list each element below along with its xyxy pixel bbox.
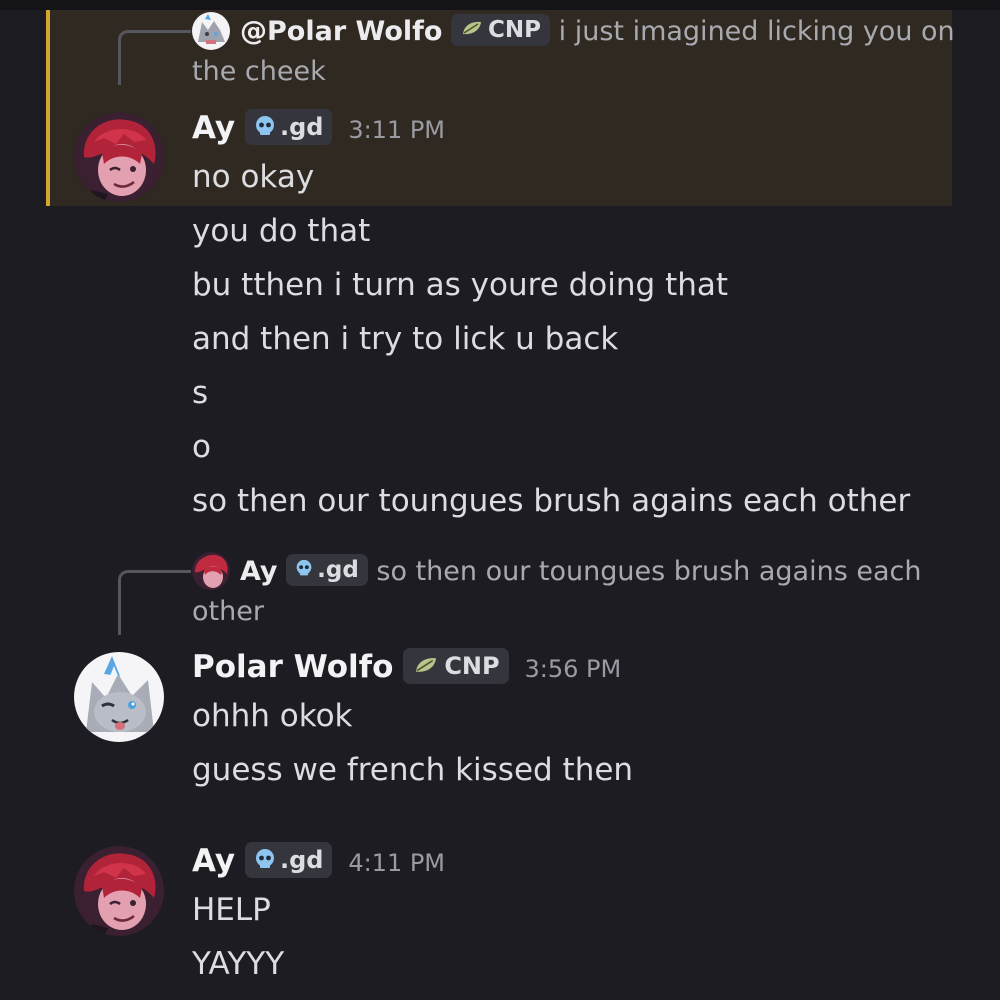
message-text: guess we french kissed then bbox=[192, 752, 634, 788]
reply-preview-2[interactable]: Ay .gd so then our toungues brush agains… bbox=[240, 552, 921, 592]
mention-highlight-bar bbox=[46, 10, 50, 206]
message-text: you do that bbox=[192, 213, 371, 249]
message-text: no okay bbox=[192, 159, 315, 195]
message-timestamp[interactable]: 4:11 PM bbox=[348, 849, 445, 877]
reply-avatar-ay[interactable] bbox=[192, 552, 230, 590]
message-text: YAYYY bbox=[192, 946, 285, 982]
message-header-polar-wolfo: Polar Wolfo CNP 3:56 PM bbox=[192, 645, 621, 691]
top-edge bbox=[0, 0, 1000, 10]
reply-avatar-polar-wolfo[interactable] bbox=[192, 12, 230, 50]
message-timestamp[interactable]: 3:11 PM bbox=[348, 116, 445, 144]
guild-tag-cnp[interactable]: CNP bbox=[403, 647, 509, 684]
message-text: o bbox=[192, 429, 211, 465]
skull-icon bbox=[255, 848, 274, 868]
reply-snippet: so then our toungues brush agains each bbox=[376, 556, 922, 587]
guild-tag-gd[interactable]: .gd bbox=[286, 553, 368, 586]
reply-snippet-continued: other bbox=[192, 596, 264, 627]
message-text: ohhh okok bbox=[192, 698, 353, 734]
username-polar-wolfo[interactable]: Polar Wolfo bbox=[192, 649, 393, 685]
reply-author[interactable]: @Polar Wolfo bbox=[240, 16, 442, 47]
message-text: s bbox=[192, 375, 209, 411]
username-ay[interactable]: Ay bbox=[192, 843, 235, 879]
reply-snippet: i just imagined licking you on bbox=[558, 16, 955, 47]
message-header-ay: Ay .gd 4:11 PM bbox=[192, 839, 445, 885]
username-ay[interactable]: Ay bbox=[192, 110, 235, 146]
leaf-icon bbox=[463, 21, 482, 35]
guild-tag-label: .gd bbox=[279, 112, 324, 141]
reply-author[interactable]: Ay bbox=[240, 556, 278, 587]
message-text: so then our toungues brush agains each o… bbox=[192, 483, 911, 519]
avatar-ay[interactable] bbox=[74, 112, 164, 202]
guild-tag-label: .gd bbox=[317, 556, 359, 583]
guild-tag-label: CNP bbox=[444, 651, 500, 680]
reply-connector bbox=[118, 30, 191, 85]
guild-tag-gd[interactable]: .gd bbox=[244, 108, 333, 145]
reply-snippet-continued: the cheek bbox=[192, 56, 326, 87]
guild-tag-gd[interactable]: .gd bbox=[244, 841, 333, 878]
avatar-ay[interactable] bbox=[74, 846, 164, 936]
guild-tag-label: .gd bbox=[279, 845, 324, 874]
leaf-icon bbox=[416, 657, 437, 672]
reply-preview-1[interactable]: @Polar Wolfo CNP i just imagined licking… bbox=[240, 12, 955, 52]
message-text: HELP bbox=[192, 892, 271, 928]
avatar-polar-wolfo[interactable] bbox=[74, 652, 164, 742]
message-header-ay: Ay .gd 3:11 PM bbox=[192, 106, 445, 152]
skull-icon bbox=[255, 115, 274, 135]
guild-tag-label: CNP bbox=[488, 16, 542, 43]
message-text: and then i try to lick u back bbox=[192, 321, 619, 357]
message-timestamp[interactable]: 3:56 PM bbox=[524, 655, 621, 683]
skull-icon bbox=[296, 559, 312, 576]
guild-tag-cnp[interactable]: CNP bbox=[451, 13, 551, 46]
message-text: bu tthen i turn as youre doing that bbox=[192, 267, 729, 303]
reply-connector bbox=[118, 570, 191, 635]
